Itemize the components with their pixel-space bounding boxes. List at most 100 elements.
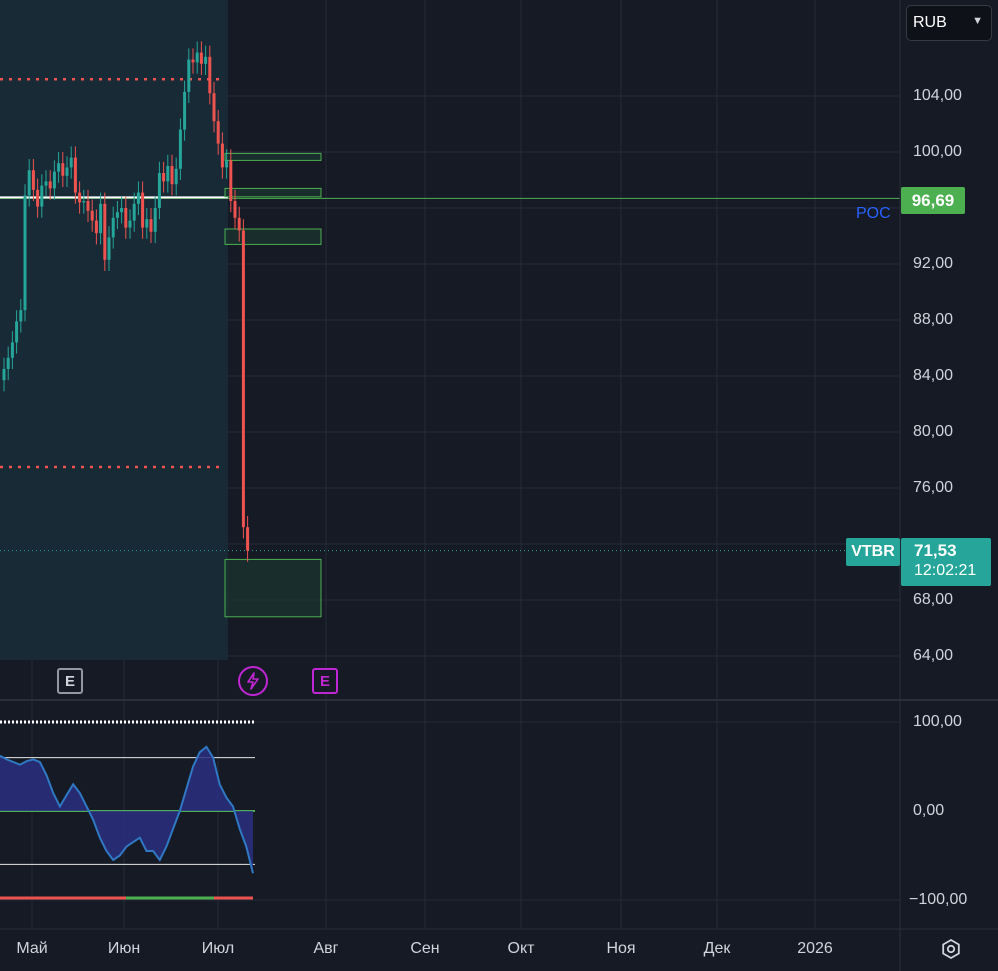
indicator-tick: 100,00 (913, 713, 962, 730)
candle-body (141, 192, 145, 228)
price-tick: 100,00 (913, 143, 962, 160)
candle-body (220, 143, 224, 168)
candle-body (132, 203, 136, 221)
price-zone (224, 152, 322, 161)
price-tick: 64,00 (913, 647, 954, 664)
candle-body (212, 93, 216, 122)
candle-body (23, 195, 27, 311)
candle-body (48, 181, 52, 189)
candle-body (128, 220, 132, 228)
candle-body (225, 160, 229, 168)
lightning-icon (247, 672, 259, 690)
candle-body (199, 52, 203, 64)
candle-body (19, 310, 23, 322)
candle-body (111, 217, 115, 238)
price-tick: 84,00 (913, 367, 954, 384)
candle-body (57, 163, 61, 172)
candle-body (27, 170, 31, 196)
candle-body (115, 212, 119, 218)
candle-body (94, 220, 98, 234)
candle-body (15, 321, 19, 343)
chevron-down-icon: ▼ (972, 15, 983, 27)
candle-body (86, 201, 90, 211)
time-tick: Ноя (606, 940, 636, 957)
currency-select[interactable]: RUB ▼ (906, 5, 992, 41)
time-tick: Окт (507, 940, 535, 957)
price-tick: 76,00 (913, 479, 954, 496)
settings-icon[interactable] (939, 937, 963, 961)
time-tick: 2026 (797, 940, 833, 957)
candle-body (241, 230, 245, 528)
candle-body (246, 527, 250, 551)
candle-body (10, 342, 14, 358)
candle-body (103, 203, 107, 260)
candle-body (31, 170, 35, 190)
candle-body (69, 157, 73, 168)
candle-body (162, 173, 166, 182)
candle-body (233, 201, 237, 218)
poc-label: POC (856, 205, 891, 222)
candle-body (178, 129, 182, 169)
candle-body (65, 167, 69, 176)
earnings-event-marker[interactable]: E (312, 668, 338, 694)
candle-body (82, 201, 86, 203)
candle-body (124, 208, 128, 228)
last-price-badge: 71,53 12:02:21 (901, 538, 991, 586)
price-tick: 92,00 (913, 255, 954, 272)
earnings-event-marker[interactable]: E (57, 668, 83, 694)
candle-body (52, 171, 56, 189)
time-tick: Сен (410, 940, 440, 957)
candle-body (61, 163, 65, 176)
candle-body (170, 166, 174, 185)
candle-body (166, 166, 170, 182)
price-tick: 68,00 (913, 591, 954, 608)
candle-body (195, 52, 199, 63)
candle-body (157, 173, 161, 208)
candle-body (174, 168, 178, 185)
candle-body (78, 192, 82, 203)
candle-body (136, 192, 140, 204)
candle-body (120, 208, 124, 213)
symbol-badge: VTBR (846, 538, 900, 566)
candle-body (40, 185, 44, 207)
dividend-event-marker[interactable] (238, 666, 268, 696)
candle-body (149, 219, 153, 232)
candle-body (187, 59, 191, 92)
poc-price-badge: 96,69 (901, 187, 965, 214)
price-tick: 104,00 (913, 87, 962, 104)
time-tick: Июн (107, 940, 141, 957)
history-shade (0, 0, 228, 660)
candle-body (44, 181, 48, 186)
time-tick: Июл (201, 940, 235, 957)
candle-body (73, 157, 77, 193)
time-tick: Авг (313, 940, 339, 957)
currency-value: RUB (913, 14, 947, 31)
candle-body (237, 217, 241, 231)
price-tick: 80,00 (913, 423, 954, 440)
price-zone (224, 187, 322, 198)
oscillator-pane (0, 720, 255, 900)
candle-body (191, 59, 195, 63)
time-tick: Дек (703, 940, 731, 957)
candle-body (6, 357, 10, 369)
candle-body (2, 369, 6, 381)
candle-body (90, 210, 94, 221)
indicator-tick: 0,00 (913, 802, 945, 819)
candle-body (216, 121, 220, 144)
candle-body (107, 237, 111, 260)
candle-body (208, 56, 212, 94)
candle-body (204, 56, 208, 64)
time-tick: Май (16, 940, 48, 957)
candle-body (183, 91, 187, 130)
price-chart[interactable] (0, 0, 998, 971)
bar-countdown: 12:02:21 (914, 562, 977, 579)
last-price-value: 71,53 (914, 541, 957, 560)
candle-body (99, 203, 103, 234)
price-tick: 88,00 (913, 311, 954, 328)
candle-body (229, 160, 233, 201)
price-zone (224, 558, 322, 618)
candle-body (153, 208, 157, 232)
indicator-tick: −100,00 (909, 891, 968, 908)
candle-body (145, 219, 149, 228)
candle-body (36, 189, 40, 207)
